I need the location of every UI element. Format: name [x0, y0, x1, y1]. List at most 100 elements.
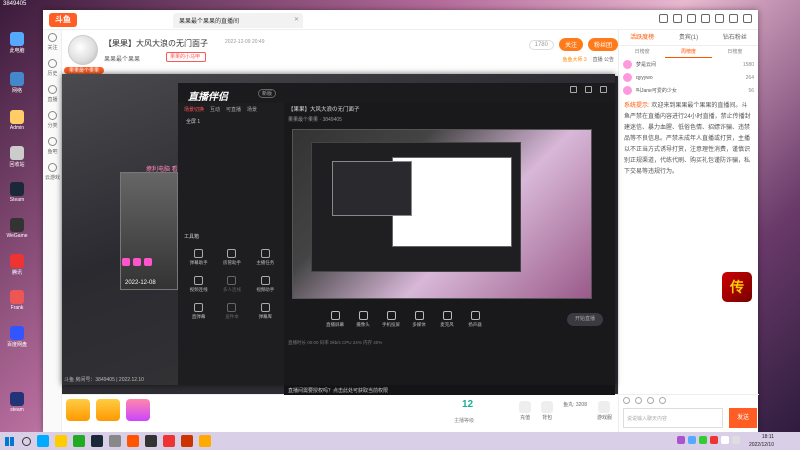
close-tab-icon[interactable]: ✕: [294, 16, 299, 23]
bag-icon[interactable]: [687, 14, 696, 23]
tray-icon[interactable]: [688, 436, 696, 444]
settings-icon[interactable]: [701, 14, 710, 23]
network-icon[interactable]: [721, 436, 729, 444]
desktop-icon-recycle[interactable]: 回收站: [3, 144, 31, 176]
game-service-button[interactable]: 游戏服: [597, 401, 612, 421]
tab-diamond[interactable]: 钻石粉丝: [712, 30, 758, 45]
tray-icon[interactable]: [677, 436, 685, 444]
desktop-icon-wegame[interactable]: WeGame: [3, 216, 31, 248]
rank-row[interactable]: 梦是云间 1580: [619, 58, 758, 71]
start-live-button[interactable]: 开始直播: [567, 313, 603, 326]
taskbar-app-douyu[interactable]: [127, 435, 139, 447]
tshirt-icon[interactable]: [673, 14, 682, 23]
color-icon[interactable]: [647, 397, 654, 404]
tab-scene[interactable]: 场景: [247, 106, 257, 113]
menu-icon[interactable]: [570, 86, 577, 93]
taskbar-app-edge[interactable]: [37, 435, 49, 447]
ctrl-media[interactable]: 多媒体: [408, 311, 430, 337]
ctrl-screen[interactable]: 直播屏幕: [324, 311, 346, 337]
nav-history[interactable]: 历史: [43, 56, 62, 82]
ctrl-mic[interactable]: 麦克风: [436, 311, 458, 337]
desktop-icon-admin[interactable]: Admin: [3, 108, 31, 140]
ctrl-camera[interactable]: 摄像头: [352, 311, 374, 337]
fish-master-badge[interactable]: 鱼鱼大师 3: [562, 56, 586, 63]
search-icon[interactable]: [22, 436, 31, 446]
tool-video-helper[interactable]: 视频助手: [249, 276, 282, 293]
follow-button[interactable]: 关注: [558, 38, 583, 51]
gift-icon-2[interactable]: [96, 399, 120, 421]
anchor-tag[interactable]: 果果的小马甲: [166, 52, 206, 62]
message-icon[interactable]: [659, 14, 668, 23]
tab-scene-switch[interactable]: 场景切换: [184, 106, 204, 113]
nav-cloudgame[interactable]: 云游戏: [43, 160, 62, 186]
subtab-day-2[interactable]: 日榜度: [712, 46, 758, 58]
stream-preview[interactable]: [292, 129, 592, 299]
taskbar-app-files[interactable]: [199, 435, 211, 447]
ctrl-phone[interactable]: 手机投屏: [380, 311, 402, 337]
emoji-icon[interactable]: [623, 397, 630, 404]
tool-danmaku[interactable]: 弹幕助手: [182, 249, 215, 266]
taskbar-app-companion[interactable]: [181, 435, 193, 447]
volume-icon[interactable]: [732, 436, 740, 444]
taskbar-app-tencent[interactable]: [163, 435, 175, 447]
tool-plugin[interactable]: 盗件本: [215, 303, 248, 320]
desktop-icon-computer[interactable]: 此电脑: [3, 30, 31, 62]
nav-category[interactable]: 分类: [43, 108, 62, 134]
tool-multi-link[interactable]: 多人连线: [215, 276, 248, 293]
tab-vip[interactable]: 贵宾(1): [665, 30, 711, 45]
nav-live[interactable]: 直播: [43, 82, 62, 108]
desktop-icon-tencent[interactable]: 腾讯: [3, 252, 31, 284]
tool-danmaku-lib[interactable]: 弹幕库: [249, 303, 282, 320]
desktop-icon-steam2[interactable]: steam: [3, 390, 31, 422]
taskbar-app-settings[interactable]: [109, 435, 121, 447]
ctrl-speaker[interactable]: 扬声器: [464, 311, 486, 337]
desktop-icon-baidu[interactable]: 百度网盘: [3, 324, 31, 356]
tab-interact[interactable]: 互动: [210, 106, 220, 113]
send-button[interactable]: 发送: [729, 408, 757, 428]
minimize-icon[interactable]: [715, 14, 724, 23]
tool-direct-danmaku[interactable]: 直弹幕: [182, 303, 215, 320]
app-logo[interactable]: 斗鱼: [49, 13, 77, 27]
permission-notice[interactable]: 直播间需要授权吗？点击此处可获取当前权限: [284, 385, 615, 395]
recharge-button[interactable]: 充值: [519, 401, 532, 421]
desktop-icon-frank[interactable]: Frank: [3, 288, 31, 320]
fans-club-button[interactable]: 粉丝团: [587, 38, 618, 51]
gift-icon-3[interactable]: [126, 399, 150, 421]
tab-live[interactable]: 可直播: [226, 106, 241, 113]
taskbar-app-steam[interactable]: [91, 435, 103, 447]
taskbar-clock[interactable]: 18:11 2022/12/10: [749, 433, 774, 449]
anchor-name[interactable]: 果果最个果果: [104, 54, 140, 63]
subtab-day[interactable]: 日榜度: [619, 46, 665, 58]
maximize-icon[interactable]: [729, 14, 738, 23]
close-icon[interactable]: [743, 14, 752, 23]
taskbar-app-chrome[interactable]: [73, 435, 85, 447]
room-notice[interactable]: 直播 公告: [593, 56, 614, 63]
game-desktop-icon[interactable]: 传: [722, 272, 752, 302]
backpack-button[interactable]: 背包: [541, 401, 554, 421]
subtab-week[interactable]: 周榜度: [665, 46, 712, 58]
tool-room-admin[interactable]: 房管助手: [215, 249, 248, 266]
sticker-icon[interactable]: [635, 397, 642, 404]
start-button[interactable]: [0, 432, 18, 450]
nav-fishbar[interactable]: 鱼吧: [43, 134, 62, 160]
tool-task[interactable]: 主播任务: [249, 249, 282, 266]
room-tab[interactable]: 果果最个果果的直播间 ✕: [173, 13, 303, 28]
tab-activity[interactable]: 活跃度榜: [619, 30, 665, 45]
tray-icon[interactable]: [710, 436, 718, 444]
more-icon[interactable]: [659, 397, 666, 404]
anchor-avatar[interactable]: [68, 35, 98, 65]
desktop-icon-steam[interactable]: Steam: [3, 180, 31, 212]
taskbar-app-game[interactable]: [145, 435, 157, 447]
scene-item[interactable]: 全屏 1: [178, 116, 284, 127]
nav-follow[interactable]: 关注: [43, 30, 62, 56]
gift-icon-1[interactable]: [66, 399, 90, 421]
rank-row[interactable]: 叫Jane可爱的少女 56: [619, 84, 758, 97]
chat-input[interactable]: 说说输入聊天内容: [623, 408, 723, 428]
taskbar-app-folder[interactable]: [55, 435, 67, 447]
tool-video-link[interactable]: 视频连线: [182, 276, 215, 293]
close-icon[interactable]: [600, 86, 607, 93]
minimize-icon[interactable]: [585, 86, 592, 93]
rank-row[interactable]: qyyywo 264: [619, 71, 758, 84]
tray-icon[interactable]: [699, 436, 707, 444]
desktop-icon-network[interactable]: 网络: [3, 70, 31, 102]
